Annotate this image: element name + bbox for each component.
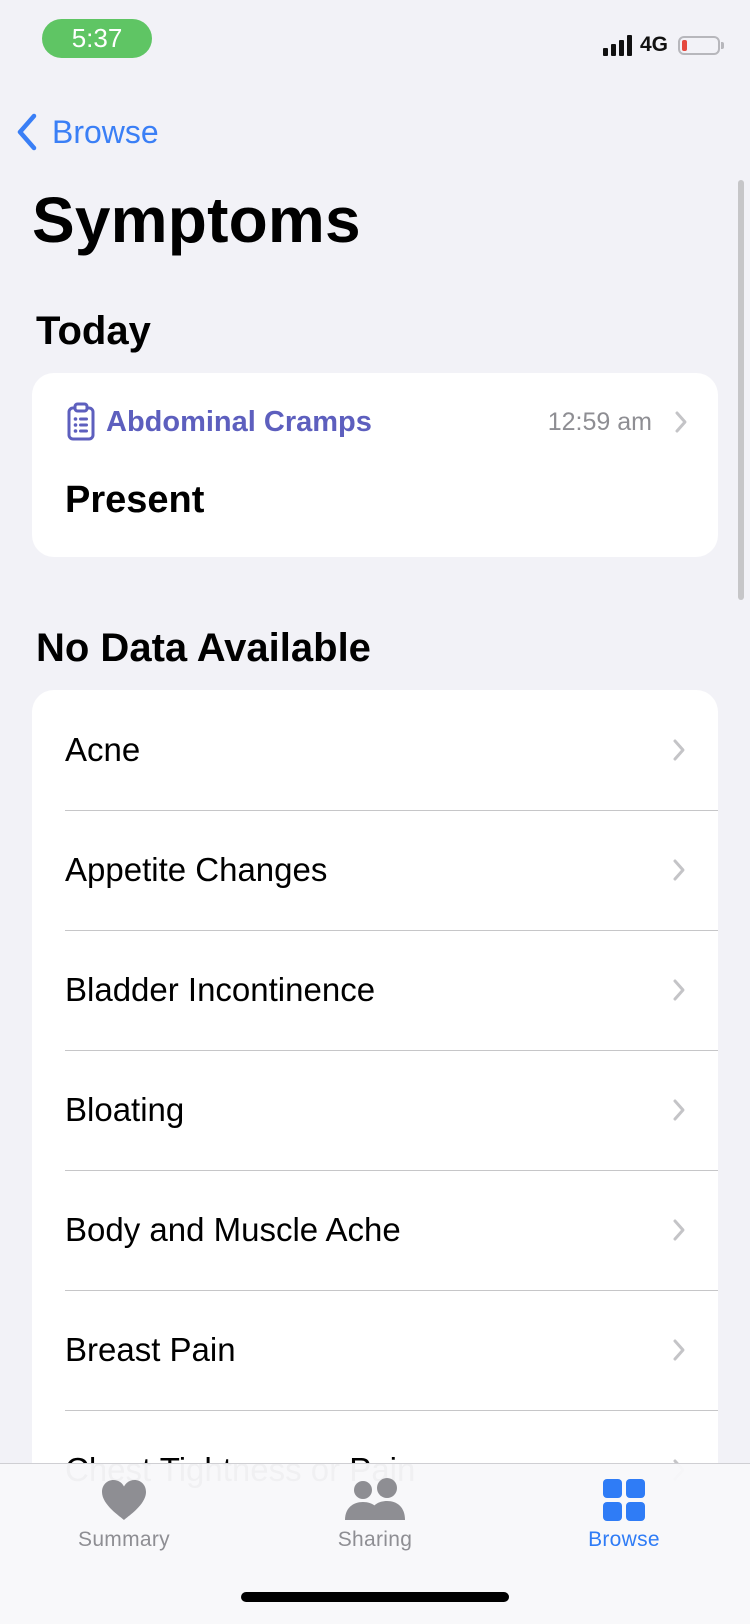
chevron-right-icon: [673, 1099, 685, 1121]
chevron-right-icon: [675, 411, 687, 433]
tab-label: Browse: [588, 1528, 660, 1551]
chevron-left-icon: [17, 113, 37, 151]
screen: 5:37 4G Browse Symptoms Today Abdominal …: [0, 0, 750, 1624]
back-button[interactable]: Browse: [16, 108, 159, 156]
network-type: 4G: [639, 33, 668, 56]
chevron-right-icon: [673, 1219, 685, 1241]
grid-icon: [603, 1479, 645, 1521]
today-entry-time: 12:59 am: [547, 407, 652, 436]
tab-browse[interactable]: Browse: [534, 1478, 714, 1552]
list-item-label: Bladder Incontinence: [65, 971, 376, 1008]
section-header-today: Today: [36, 309, 151, 353]
list-item[interactable]: Acne: [32, 690, 718, 810]
clipboard-list-icon: [67, 402, 95, 441]
chevron-right-icon: [673, 859, 685, 881]
list-item-label: Body and Muscle Ache: [65, 1211, 401, 1248]
tab-summary[interactable]: Summary: [34, 1478, 214, 1552]
section-header-no-data: No Data Available: [36, 626, 371, 670]
today-entry-card[interactable]: Abdominal Cramps 12:59 am Present: [32, 373, 718, 557]
list-item-label: Bloating: [65, 1091, 185, 1128]
people-icon: [345, 1478, 405, 1520]
list-item[interactable]: Appetite Changes: [32, 810, 718, 930]
today-entry-name: Abdominal Cramps: [106, 405, 372, 438]
status-time: 5:37: [42, 19, 152, 58]
back-button-label: Browse: [52, 113, 159, 150]
page-title: Symptoms: [32, 184, 361, 256]
list-item-label: Appetite Changes: [65, 851, 328, 888]
battery-level: [682, 39, 687, 51]
today-entry-value: Present: [65, 479, 205, 521]
chevron-right-icon: [673, 979, 685, 1001]
status-indicators: 4G: [602, 30, 724, 60]
symptom-list: Acne Appetite Changes Bladder Incontinen…: [32, 690, 718, 1490]
list-item-label: Breast Pain: [65, 1331, 236, 1368]
list-item[interactable]: Bloating: [32, 1050, 718, 1170]
chevron-right-icon: [673, 739, 685, 761]
cellular-signal-icon: [602, 34, 632, 56]
list-item[interactable]: Breast Pain: [32, 1290, 718, 1410]
heart-icon: [102, 1480, 146, 1520]
home-indicator[interactable]: [241, 1592, 509, 1602]
list-item[interactable]: Body and Muscle Ache: [32, 1170, 718, 1290]
list-item-label: Acne: [65, 731, 141, 768]
tab-label: Summary: [78, 1528, 170, 1551]
scrollbar[interactable]: [738, 180, 744, 600]
chevron-right-icon: [673, 1339, 685, 1361]
today-entry-header: Abdominal Cramps 12:59 am: [66, 399, 688, 445]
tab-sharing[interactable]: Sharing: [285, 1478, 465, 1552]
list-item[interactable]: Bladder Incontinence: [32, 930, 718, 1050]
tab-label: Sharing: [337, 1528, 413, 1551]
battery-icon: [678, 35, 724, 55]
